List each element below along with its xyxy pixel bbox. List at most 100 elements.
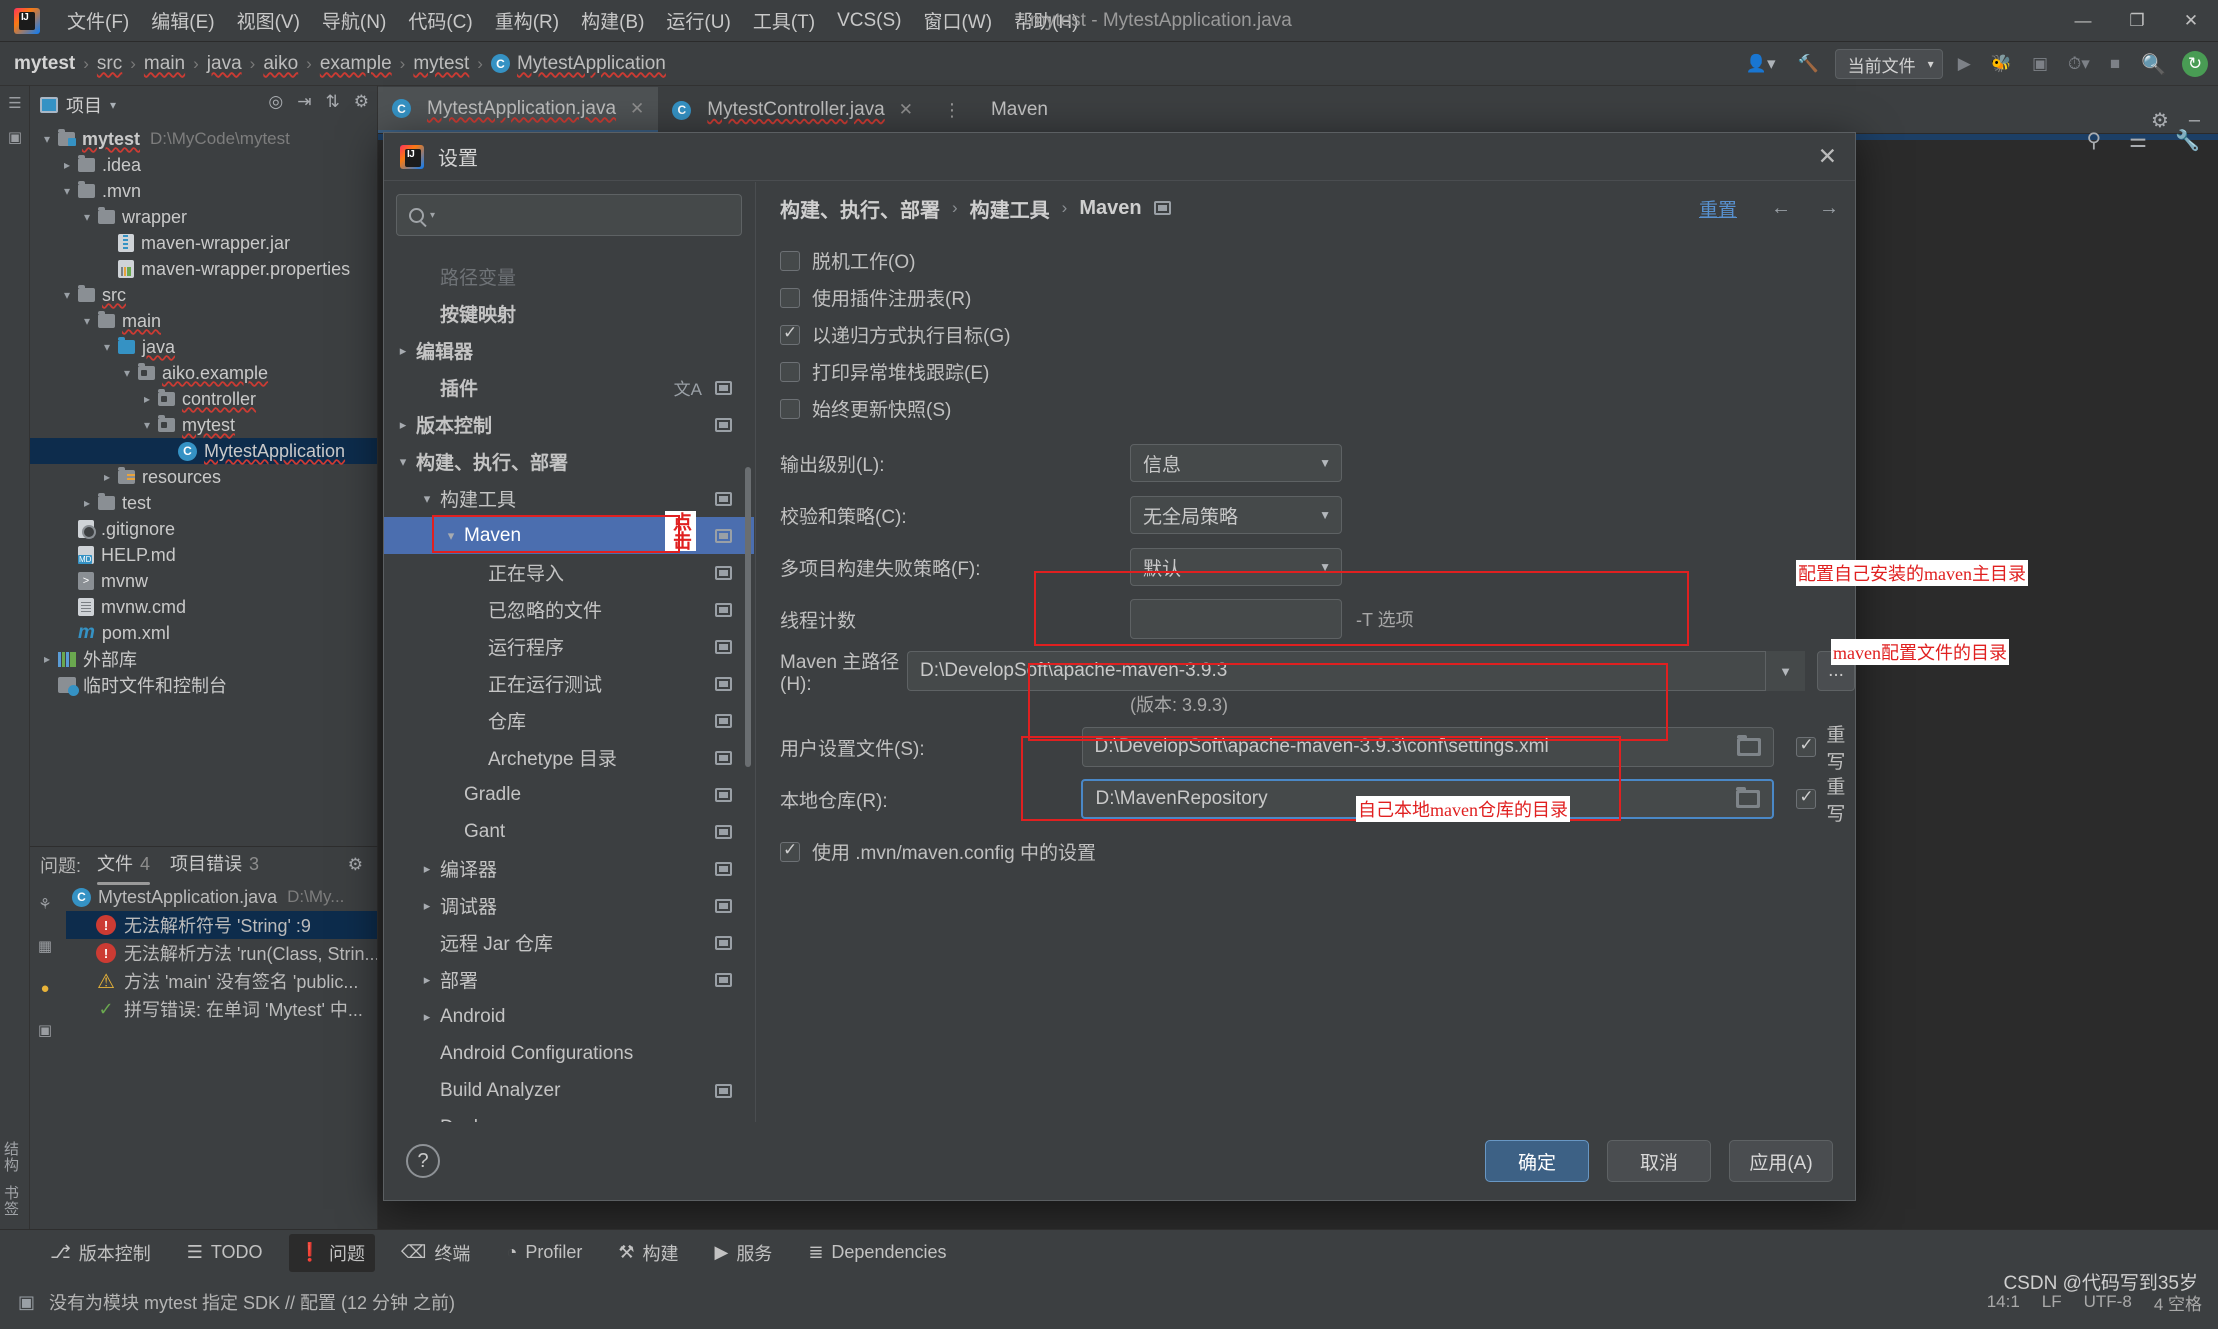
tab-options-icon[interactable]: ⋮ — [927, 87, 977, 133]
checkbox[interactable] — [780, 250, 800, 271]
bottom-bar-item-终端[interactable]: ⌫ 终端 — [391, 1234, 480, 1272]
run-configuration-select[interactable]: 当前文件 ▾ — [1834, 49, 1943, 79]
file-encoding[interactable]: UTF-8 — [2084, 1292, 2132, 1312]
coverage-icon[interactable]: ▣ — [2027, 52, 2053, 76]
minimize-button[interactable]: — — [2056, 0, 2110, 42]
line-separator[interactable]: LF — [2042, 1292, 2062, 1312]
close-icon[interactable]: ✕ — [899, 100, 913, 120]
settings-tree-item[interactable]: 仓库 — [384, 702, 754, 739]
settings-tree-item[interactable]: 正在导入 — [384, 554, 754, 591]
expand-arrow-icon[interactable]: ▸ — [36, 652, 58, 666]
chevron-down-icon[interactable]: ▾ — [110, 98, 116, 112]
problems-settings-icon[interactable]: ⚙ — [348, 855, 363, 875]
breadcrumb-item-7[interactable]: MytestApplication — [517, 53, 666, 75]
inspect-icon[interactable]: ⚘ — [30, 883, 60, 925]
expand-arrow-icon[interactable]: ▸ — [390, 417, 416, 433]
select-control[interactable]: 无全局策略 ▼ — [1130, 496, 1342, 534]
expand-arrow-icon[interactable]: ▾ — [116, 366, 138, 380]
local-repository-override[interactable]: 重写 — [1796, 772, 1855, 826]
menu-item-3[interactable]: 导航(N) — [311, 3, 397, 38]
editor-tab-0[interactable]: C MytestApplication.java ✕ — [378, 87, 659, 133]
tree-node[interactable]: ▾ src — [30, 282, 377, 308]
folder-icon[interactable] — [1736, 787, 1761, 808]
maven-checkbox-row-4[interactable]: 始终更新快照(S) — [780, 390, 1855, 427]
settings-tree-item[interactable]: 路径变量 — [384, 258, 754, 295]
help-button[interactable]: ? — [406, 1144, 440, 1178]
bottom-bar-item-Dependencies[interactable]: ≣ Dependencies — [798, 1236, 956, 1269]
expand-arrow-icon[interactable]: ▾ — [438, 528, 464, 544]
settings-tree-item[interactable]: ▸ 部署 — [384, 961, 754, 998]
expand-arrow-icon[interactable]: ▸ — [76, 496, 98, 510]
update-icon[interactable]: ↻ — [2182, 51, 2208, 77]
breadcrumb-item-6[interactable]: mytest — [413, 53, 469, 75]
override-checkbox[interactable] — [1796, 787, 1817, 809]
tree-node[interactable]: maven-wrapper.jar — [30, 230, 377, 256]
select-control[interactable]: 信息 ▼ — [1130, 444, 1342, 482]
wrench-icon[interactable]: 🔧 — [2175, 128, 2200, 153]
debug-icon[interactable]: 🐝 — [1986, 52, 2017, 76]
settings-tree-item[interactable]: 正在运行测试 — [384, 665, 754, 702]
problem-row[interactable]: ! 无法解析符号 'String' :9 — [66, 911, 377, 939]
maven-toolwindow-label[interactable]: Maven — [977, 87, 1062, 133]
tree-node[interactable]: ▾ aiko.example — [30, 360, 377, 386]
close-icon[interactable]: ✕ — [1818, 143, 1837, 170]
tree-node[interactable]: ▸ .idea — [30, 152, 377, 178]
apply-button[interactable]: 应用(A) — [1729, 1140, 1833, 1182]
problem-row[interactable]: ✓ 拼写错误: 在单词 'Mytest' 中... — [66, 995, 377, 1023]
override-checkbox[interactable] — [1796, 735, 1817, 757]
settings-tree-item[interactable]: ▾ Maven 点击 — [384, 511, 754, 554]
problem-row[interactable]: ! 无法解析方法 'run(Class, Strin... — [66, 939, 377, 967]
expand-arrow-icon[interactable]: ▾ — [414, 491, 440, 507]
settings-tree-item[interactable]: Archetype 目录 — [384, 739, 754, 776]
expand-arrow-icon[interactable]: ▾ — [96, 340, 118, 354]
settings-tree-item[interactable]: 运行程序 — [384, 628, 754, 665]
tree-node[interactable]: HELP.md — [30, 542, 377, 568]
settings-tree-item[interactable]: ▸ Android — [384, 998, 754, 1035]
tree-node[interactable]: ▸ test — [30, 490, 377, 516]
settings-icon[interactable]: ⚙ — [354, 92, 369, 112]
menu-item-5[interactable]: 重构(R) — [484, 3, 570, 38]
settings-tree-item[interactable]: Gant — [384, 813, 754, 850]
breadcrumb-item-1[interactable]: src — [97, 53, 122, 75]
tree-node[interactable]: ▸ resources — [30, 464, 377, 490]
breadcrumb-item-4[interactable]: aiko — [263, 53, 298, 75]
menu-item-4[interactable]: 代码(C) — [397, 3, 483, 38]
expand-arrow-icon[interactable]: ▸ — [390, 343, 416, 359]
search-icon[interactable]: 🔍 — [2135, 49, 2172, 80]
tree-node[interactable]: maven-wrapper.properties — [30, 256, 377, 282]
menu-item-0[interactable]: 文件(F) — [56, 3, 140, 38]
tree-node[interactable]: 临时文件和控制台 — [30, 672, 377, 698]
maven-checkbox-row-1[interactable]: 使用插件注册表(R) — [780, 279, 1855, 316]
editor-tab-1[interactable]: C MytestController.java ✕ — [658, 87, 927, 133]
breadcrumb-item-3[interactable]: java — [207, 53, 242, 75]
locate-icon[interactable]: ◎ — [268, 92, 283, 112]
problems-file-row[interactable]: C MytestApplication.java D:\My... — [66, 883, 377, 911]
expand-arrow-icon[interactable]: ▾ — [76, 314, 98, 328]
menu-item-6[interactable]: 构建(B) — [570, 3, 655, 38]
status-message[interactable]: 没有为模块 mytest 指定 SDK // 配置 (12 分钟 之前) — [49, 1289, 455, 1315]
settings-tree-item[interactable]: ▸ 调试器 — [384, 887, 754, 924]
forward-button[interactable]: → — [1819, 197, 1839, 220]
checkbox[interactable] — [780, 361, 800, 382]
expand-arrow-icon[interactable]: ▸ — [414, 898, 440, 914]
expand-arrow-icon[interactable]: ▾ — [390, 454, 416, 470]
breadcrumb-item-5[interactable]: example — [320, 53, 392, 75]
settings-category-tree[interactable]: 路径变量 按键映射 ▸ 编辑器 插件 文A ▸ 版本控制 ▾ 构建、执行、部署 ▾ 构建工具 ▾ Mave… — [384, 258, 754, 1122]
bottom-bar-item-构建[interactable]: ⚒ 构建 — [608, 1234, 688, 1272]
tree-node[interactable]: ▾ mytest D:\MyCode\mytest — [30, 126, 377, 152]
close-icon[interactable]: ✕ — [630, 99, 644, 119]
expand-arrow-icon[interactable]: ▸ — [414, 1009, 440, 1025]
checkbox[interactable] — [780, 323, 800, 345]
tree-node[interactable]: m pom.xml — [30, 620, 377, 646]
settings-tree-item[interactable]: 远程 Jar 仓库 — [384, 924, 754, 961]
expand-arrow-icon[interactable]: ▸ — [56, 158, 78, 172]
expand-arrow-icon[interactable]: ▾ — [136, 418, 158, 432]
settings-tree-item[interactable]: ▸ 版本控制 — [384, 406, 754, 443]
menu-item-7[interactable]: 运行(U) — [655, 3, 741, 38]
problems-tab-1[interactable]: 项目错误 3 — [170, 850, 259, 880]
tree-node[interactable]: ▾ wrapper — [30, 204, 377, 230]
project-tree[interactable]: ▾ mytest D:\MyCode\mytest ▸ .idea ▾ .mvn ▾ wrapp… — [30, 124, 377, 698]
structure-icon[interactable]: ⚌ — [2129, 128, 2147, 153]
breadcrumb-item-2[interactable]: main — [144, 53, 185, 75]
settings-tree-item[interactable]: ▸ 编辑器 — [384, 332, 754, 369]
